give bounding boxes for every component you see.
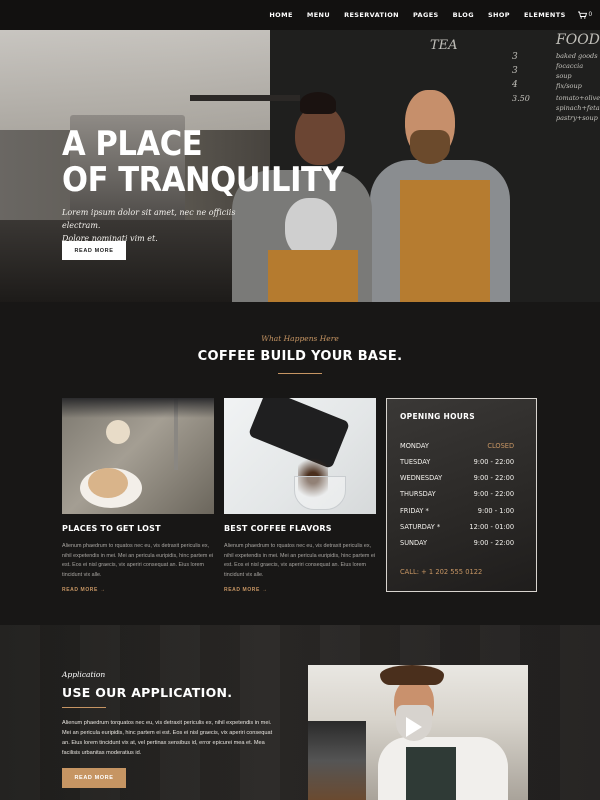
- hero-text-line1: Lorem ipsum dolor sit amet, nec ne offic…: [62, 208, 236, 230]
- nav-blog[interactable]: BLOG: [453, 11, 474, 19]
- read-more-label: READ MORE: [62, 587, 98, 593]
- card-title-flavors[interactable]: BEST COFFEE FLAVORS: [224, 524, 332, 533]
- main-nav: HOME MENU RESERVATION PAGES BLOG SHOP EL…: [0, 0, 600, 30]
- nav-home[interactable]: HOME: [269, 11, 292, 19]
- chalk-price: 4: [512, 80, 518, 90]
- hours-day: MONDAY: [400, 441, 429, 450]
- barista-female-hair: [300, 92, 336, 114]
- chalk-food-item: soup: [556, 72, 572, 80]
- hours-row: FRIDAY * 9:00 - 1:00: [400, 506, 514, 515]
- hero-shelf: [190, 95, 300, 101]
- video-player[interactable]: [308, 665, 528, 800]
- nav-elements[interactable]: ELEMENTS: [524, 11, 566, 19]
- chalk-food-item: baked goods: [556, 52, 598, 60]
- cart-icon: [577, 11, 587, 19]
- barista-male-apron: [400, 180, 490, 302]
- barista-apron: [406, 747, 456, 800]
- cup-small: [106, 420, 130, 444]
- app-divider: [62, 707, 106, 708]
- hours-day: FRIDAY *: [400, 506, 429, 515]
- app-text: Alienum phaedrum torquatos nec eu, vis d…: [62, 720, 273, 756]
- hours-time: 9:00 - 22:00: [473, 473, 515, 482]
- hours-day: WEDNESDAY: [400, 473, 443, 482]
- hero-read-more-button[interactable]: READ MORE: [62, 241, 126, 260]
- nav-reservation[interactable]: RESERVATION: [344, 11, 399, 19]
- hours-row: WEDNESDAY 9:00 - 22:00: [400, 473, 514, 482]
- chalk-food-heading: FOOD: [556, 32, 600, 48]
- hero-title-line2: OF TRANQUILITY: [62, 160, 344, 200]
- barista-male-beard: [410, 130, 450, 164]
- hours-day: SUNDAY: [400, 538, 428, 547]
- app-eyebrow: Application: [62, 670, 106, 679]
- glass-bowl: [294, 476, 346, 510]
- opening-hours-title: OPENING HOURS: [400, 412, 475, 421]
- call-phone-link[interactable]: CALL: + 1 202 555 0122: [400, 567, 482, 576]
- chalk-tea-heading: TEA: [430, 38, 458, 53]
- nav-pages[interactable]: PAGES: [413, 11, 439, 19]
- hours-row: MONDAY CLOSED: [400, 441, 514, 450]
- hours-time: 9:00 - 22:00: [473, 457, 515, 466]
- chalk-food-item: focaccia: [556, 62, 584, 70]
- read-more-label: READ MORE: [224, 587, 260, 593]
- opening-hours-box: OPENING HOURS MONDAY CLOSED TUESDAY 9:00 -…: [386, 398, 537, 592]
- hero-title: A PLACE OF TRANQUILITY: [62, 124, 344, 200]
- chalk-price: 3.50: [512, 94, 530, 103]
- hours-time: 12:00 - 01:00: [469, 522, 515, 531]
- chalk-food-item: pastry+soup: [556, 114, 598, 122]
- intro-eyebrow: What Happens Here: [261, 334, 339, 343]
- barista-hat: [380, 665, 444, 685]
- barista-female-apron: [268, 250, 358, 302]
- card-text-flavors: Alienum phaedrum to rquatos nec eu, vis …: [224, 543, 376, 578]
- hero-text: Lorem ipsum dolor sit amet, nec ne offic…: [62, 206, 262, 245]
- play-icon[interactable]: [406, 717, 422, 737]
- hours-row: THURSDAY 9:00 - 22:00: [400, 489, 514, 498]
- card-image-flavors[interactable]: [224, 398, 376, 514]
- card-text-places: Alienum phaedrum to rquatos nec eu, vis …: [62, 543, 214, 578]
- arrow-right-icon: →: [261, 587, 268, 593]
- nav-shop[interactable]: SHOP: [488, 11, 510, 19]
- application-section: Application USE OUR APPLICATION. Alienum…: [0, 625, 600, 800]
- cart-button[interactable]: 0: [577, 11, 592, 19]
- intro-divider: [278, 373, 322, 374]
- intro-section: What Happens Here COFFEE BUILD YOUR BASE…: [0, 302, 600, 625]
- chalk-price: 3: [512, 66, 518, 76]
- card-image-places[interactable]: [62, 398, 214, 514]
- hero-banner: TEA FOOD baked goods focaccia soup fix/s…: [0, 30, 600, 302]
- chalk-price: 3: [512, 52, 518, 62]
- hours-day: SATURDAY *: [400, 522, 441, 531]
- barista-skull-print: [285, 198, 337, 258]
- hours-row: SATURDAY * 12:00 - 01:00: [400, 522, 514, 531]
- intro-title: COFFEE BUILD YOUR BASE.: [197, 349, 403, 364]
- hours-time: 9:00 - 22:00: [473, 489, 515, 498]
- chalk-food-item: tomato+olive: [556, 94, 600, 102]
- app-title: USE OUR APPLICATION.: [62, 685, 233, 700]
- hours-time: CLOSED: [487, 441, 515, 450]
- hours-day: TUESDAY: [400, 457, 431, 466]
- nav-menu[interactable]: MENU: [307, 11, 330, 19]
- app-read-more-button[interactable]: READ MORE: [62, 768, 126, 788]
- cart-count: 0: [588, 12, 592, 18]
- chalk-food-item: fix/soup: [556, 82, 582, 90]
- hours-time: 9:00 - 1:00: [477, 506, 515, 515]
- card-read-more-flavors[interactable]: READ MORE →: [224, 587, 268, 593]
- cup-latte: [88, 468, 128, 498]
- coffee-grinder: [308, 721, 366, 800]
- card-title-places[interactable]: PLACES TO GET LOST: [62, 524, 161, 533]
- hours-time: 9:00 - 22:00: [473, 538, 515, 547]
- hours-day: THURSDAY: [400, 489, 436, 498]
- chalk-food-item: spinach+feta: [556, 104, 600, 112]
- person-hands-shadow: [62, 398, 214, 418]
- arrow-right-icon: →: [99, 587, 106, 593]
- hours-row: TUESDAY 9:00 - 22:00: [400, 457, 514, 466]
- page: HOME MENU RESERVATION PAGES BLOG SHOP EL…: [0, 0, 600, 800]
- card-read-more-places[interactable]: READ MORE →: [62, 587, 106, 593]
- hero-title-line1: A PLACE: [62, 124, 203, 164]
- hours-row: SUNDAY 9:00 - 22:00: [400, 538, 514, 547]
